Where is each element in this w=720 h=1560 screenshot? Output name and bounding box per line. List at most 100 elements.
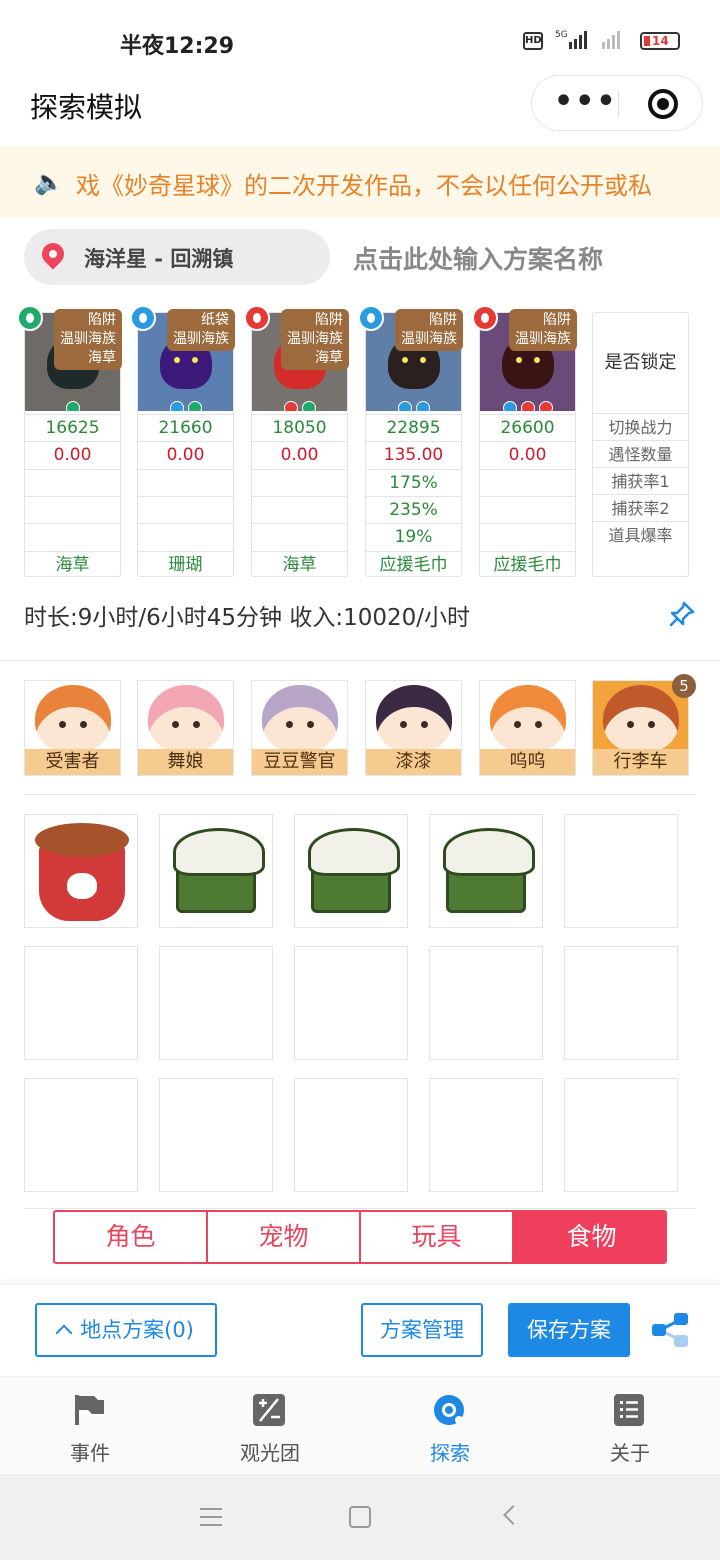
character-card[interactable]: 受害者 xyxy=(24,680,121,776)
battery-level: 14 xyxy=(652,34,669,48)
more-icon[interactable]: ••• xyxy=(554,84,618,120)
lock-toggle[interactable]: 是否锁定 xyxy=(593,313,688,413)
tabbar-explore[interactable]: 探索 xyxy=(360,1377,540,1475)
tabbar-tour[interactable]: 观光团 xyxy=(180,1377,360,1475)
pet-item[interactable]: 海草 xyxy=(25,550,120,578)
battery-icon: 14 xyxy=(640,32,680,50)
item-slot-empty[interactable] xyxy=(294,1078,408,1192)
item-slot-empty[interactable] xyxy=(159,1078,273,1192)
fried-chicken-bucket-icon xyxy=(35,823,129,921)
character-card[interactable]: 舞娘 xyxy=(137,680,234,776)
item-slot-empty[interactable] xyxy=(564,946,678,1060)
pet-eyes xyxy=(174,357,198,363)
tab-pets[interactable]: 宠物 xyxy=(208,1212,361,1262)
pet-card[interactable]: 陷阱 温驯海族 海草 16625 0.00 海草 xyxy=(17,305,122,578)
close-miniprogram-icon[interactable] xyxy=(648,89,678,119)
element-badge-icon xyxy=(283,401,298,411)
element-icon xyxy=(244,305,270,331)
pet-tag: 陷阱 xyxy=(543,312,571,328)
character-portrait xyxy=(148,685,224,753)
element-badge-icon xyxy=(520,401,535,411)
element-badge-icon xyxy=(415,401,430,411)
tab-toys[interactable]: 玩具 xyxy=(361,1212,514,1262)
notice-text: 戏《妙奇星球》的二次开发作品，不会以任何公开或私 xyxy=(76,172,652,200)
pet-rate2 xyxy=(25,495,120,523)
item-slot-empty[interactable] xyxy=(429,1078,543,1192)
element-icon xyxy=(17,305,43,331)
item-slot[interactable] xyxy=(294,814,408,928)
character-card[interactable]: 豆豆警官 xyxy=(251,680,348,776)
element-badge-icon xyxy=(397,401,412,411)
character-row: 受害者 舞娘 豆豆警官 漆漆 呜呜 行李车 xyxy=(24,680,696,776)
tabbar-label: 观光团 xyxy=(240,1441,300,1465)
menu-icon[interactable] xyxy=(200,1508,222,1526)
pet-eyes xyxy=(516,357,540,363)
pet-encounter: 0.00 xyxy=(480,441,575,468)
pet-tag: 温驯海族 xyxy=(515,331,571,347)
pet-power: 26600 xyxy=(480,414,575,441)
pet-tag: 温驯海族 xyxy=(60,331,116,347)
item-slot-empty[interactable] xyxy=(564,814,678,928)
pet-eyes xyxy=(402,357,426,363)
item-slot-empty[interactable] xyxy=(24,1078,138,1192)
location-plans-button[interactable]: 地点方案(0) xyxy=(35,1303,217,1357)
pet-item[interactable]: 应援毛巾 xyxy=(480,550,575,578)
pet-item[interactable]: 珊瑚 xyxy=(138,550,233,578)
share-icon[interactable] xyxy=(652,1313,690,1347)
notice-bar: 🔈 戏《妙奇星球》的二次开发作品，不会以任何公开或私 xyxy=(0,146,720,218)
pet-tag: 陷阱 xyxy=(315,312,343,328)
location-selector[interactable]: 海洋星 - 回溯镇 xyxy=(24,229,330,285)
back-icon[interactable] xyxy=(503,1505,523,1525)
element-badge-icon xyxy=(538,401,553,411)
item-slot[interactable] xyxy=(429,814,543,928)
tab-food[interactable]: 食物 xyxy=(514,1212,665,1262)
label-power[interactable]: 切换战力 xyxy=(593,413,688,440)
item-slot[interactable] xyxy=(159,814,273,928)
hd-icon: HD xyxy=(523,32,543,50)
tabbar-about[interactable]: 关于 xyxy=(540,1377,720,1475)
pet-item[interactable]: 海草 xyxy=(252,550,347,578)
pet-rate2 xyxy=(252,495,347,523)
item-slot-empty[interactable] xyxy=(294,946,408,1060)
pet-card[interactable]: 陷阱温驯海族 26600 0.00 应援毛巾 xyxy=(472,305,577,578)
element-badges xyxy=(138,401,233,411)
element-icon xyxy=(472,305,498,331)
pet-card[interactable]: 陷阱 温驯海族 22895 135.00 175% 235% 19% 应援毛巾 xyxy=(358,305,463,578)
category-tabs: 角色 宠物 玩具 食物 xyxy=(53,1210,667,1264)
pet-card[interactable]: 纸袋 温驯海族 21660 0.00 珊瑚 xyxy=(130,305,235,578)
character-name: 豆豆警官 xyxy=(252,749,347,775)
manage-plans-button[interactable]: 方案管理 xyxy=(361,1303,483,1357)
pin-icon[interactable] xyxy=(668,600,696,628)
item-slot-empty[interactable] xyxy=(429,946,543,1060)
rice-cake-icon xyxy=(308,828,400,913)
label-encounter: 遇怪数量 xyxy=(593,440,688,467)
save-plan-button[interactable]: 保存方案 xyxy=(508,1303,630,1357)
pet-encounter: 135.00 xyxy=(366,441,461,468)
character-portrait xyxy=(376,685,452,753)
item-slot-empty[interactable] xyxy=(564,1078,678,1192)
element-badge-icon xyxy=(65,401,80,411)
pet-tag: 温驯海族 xyxy=(287,331,343,347)
label-rate2: 捕获率2 xyxy=(593,494,688,521)
item-slot[interactable] xyxy=(24,814,138,928)
pet-tags: 纸袋 温驯海族 xyxy=(167,309,235,351)
character-name: 舞娘 xyxy=(138,749,233,775)
character-name: 漆漆 xyxy=(366,749,461,775)
character-portrait xyxy=(490,685,566,753)
character-card[interactable]: 呜呜 xyxy=(479,680,576,776)
divider xyxy=(0,660,720,661)
home-icon[interactable] xyxy=(349,1506,371,1528)
tabbar-events[interactable]: 事件 xyxy=(0,1377,180,1475)
character-portrait xyxy=(603,685,679,753)
item-slot-empty[interactable] xyxy=(24,946,138,1060)
pet-rate1 xyxy=(25,468,120,496)
character-portrait xyxy=(262,685,338,753)
tab-characters[interactable]: 角色 xyxy=(55,1212,208,1262)
label-drop: 道具爆率 xyxy=(593,521,688,548)
pet-card[interactable]: 陷阱 温驯海族 海草 18050 0.00 海草 xyxy=(244,305,349,578)
character-card[interactable]: 漆漆 xyxy=(365,680,462,776)
flag-icon xyxy=(75,1395,104,1425)
plan-name-input[interactable]: 点击此处输入方案名称 xyxy=(353,240,603,276)
pet-item[interactable]: 应援毛巾 xyxy=(366,550,461,578)
item-slot-empty[interactable] xyxy=(159,946,273,1060)
